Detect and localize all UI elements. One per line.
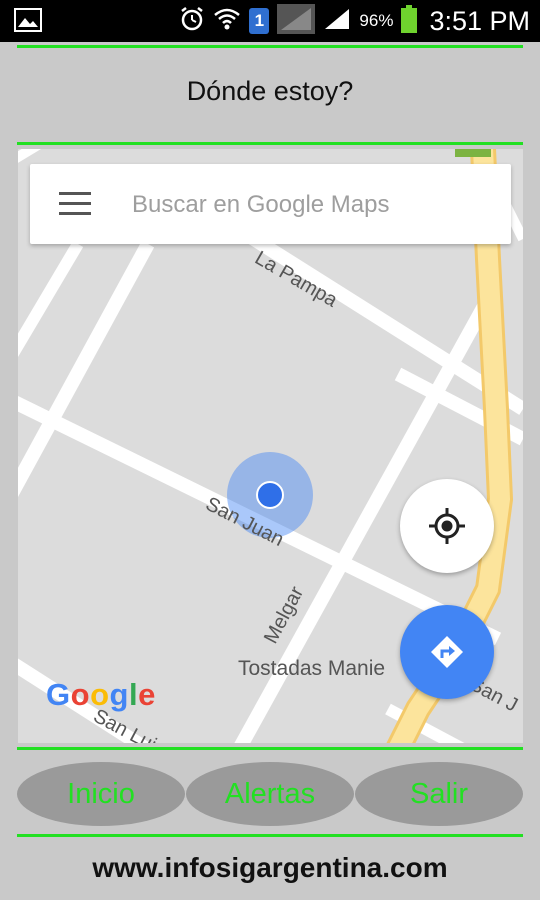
search-input[interactable] bbox=[130, 184, 504, 226]
divider bbox=[17, 45, 523, 48]
battery-percentage: 96% bbox=[359, 11, 394, 30]
alarm-icon bbox=[179, 6, 205, 37]
clock: 3:51 PM bbox=[429, 5, 530, 36]
directions-icon bbox=[431, 636, 463, 668]
website-link[interactable]: www.infosigargentina.com bbox=[0, 852, 540, 884]
alertas-button[interactable]: Alertas bbox=[186, 762, 354, 826]
signal-icon-2 bbox=[323, 7, 351, 36]
route-badge bbox=[455, 149, 491, 157]
divider bbox=[17, 834, 523, 837]
divider bbox=[17, 747, 523, 750]
sim-badge: 1 bbox=[249, 8, 270, 34]
my-location-button[interactable] bbox=[400, 479, 494, 573]
map-search-box bbox=[30, 164, 511, 244]
google-logo: Google bbox=[46, 677, 156, 712]
user-location-dot bbox=[256, 481, 284, 509]
directions-button[interactable] bbox=[400, 605, 494, 699]
salir-button[interactable]: Salir bbox=[355, 762, 523, 826]
inicio-button[interactable]: Inicio bbox=[17, 762, 185, 826]
image-notification-icon bbox=[14, 8, 42, 37]
battery-icon bbox=[401, 4, 418, 38]
divider bbox=[17, 142, 523, 145]
crosshair-icon bbox=[429, 508, 465, 544]
place-label: Tostadas Manie bbox=[238, 657, 386, 680]
map-view[interactable]: La Pampa San Juan Melgar San Luis San J … bbox=[18, 149, 523, 743]
wifi-icon bbox=[213, 6, 241, 37]
menu-icon[interactable] bbox=[59, 192, 91, 216]
status-bar: 1 96% 3:51 PM bbox=[0, 0, 540, 42]
page-title: Dónde estoy? bbox=[186, 76, 354, 106]
signal-icon-1 bbox=[277, 3, 316, 39]
